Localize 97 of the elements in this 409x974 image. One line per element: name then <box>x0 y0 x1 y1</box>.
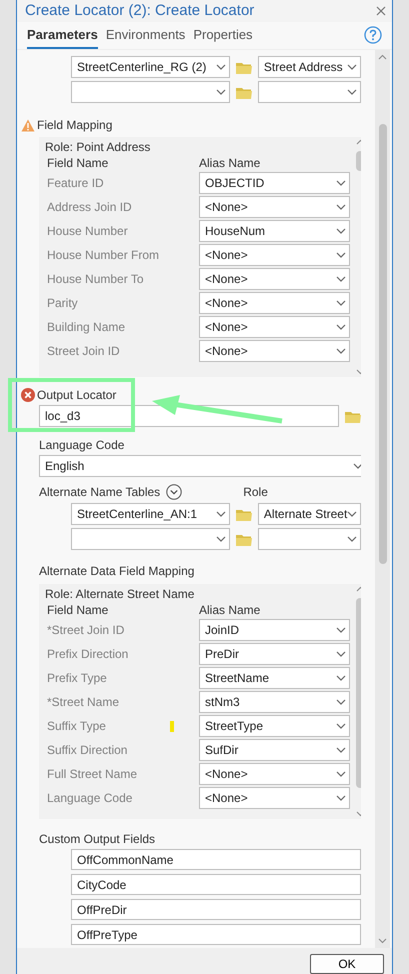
field-name: Street Join ID <box>47 343 121 360</box>
alias-dropdown[interactable]: <None> <box>199 196 350 218</box>
chevron-icon <box>347 89 357 95</box>
dropdown[interactable]: StreetCenterline_AN:1 <box>71 503 230 525</box>
chevron-icon <box>336 747 346 753</box>
section-label: Output Locator <box>37 387 116 404</box>
alias-dropdown[interactable]: <None> <box>199 244 350 266</box>
dropdown[interactable] <box>258 81 361 103</box>
chevron-icon <box>336 228 346 234</box>
close-icon[interactable] <box>376 6 386 16</box>
alias-dropdown[interactable]: JoinID <box>199 619 350 641</box>
alias-dropdown[interactable]: StreetType <box>199 715 350 737</box>
alias-dropdown[interactable]: stNm3 <box>199 691 350 713</box>
folder-icon[interactable] <box>236 532 252 546</box>
field-name: Address Join ID <box>47 199 133 216</box>
alias-dropdown[interactable]: <None> <box>199 787 350 809</box>
chevron-icon <box>336 348 346 354</box>
field-name: House Number <box>47 223 129 240</box>
field-name: Suffix Direction <box>47 742 128 759</box>
alias-dropdown[interactable]: SufDir <box>199 739 350 761</box>
field-name: Prefix Type <box>47 670 108 687</box>
language-dropdown[interactable]: English <box>39 455 361 477</box>
folder-icon[interactable] <box>345 410 361 422</box>
field-column-header: Field Name <box>47 602 110 618</box>
chevron-icon <box>336 204 346 210</box>
field-name: *Street Name <box>47 694 120 711</box>
chevron-icon <box>216 64 226 70</box>
chevron-icon <box>336 795 346 801</box>
field-label: Custom Output Fields <box>39 831 156 848</box>
highlight-mark <box>170 721 174 732</box>
tab[interactable]: Parameters <box>27 24 98 49</box>
field-name: House Number To <box>47 271 144 288</box>
column-label: Role <box>243 484 268 501</box>
chevron-icon <box>336 324 346 330</box>
tab[interactable]: Environments <box>106 24 186 49</box>
field-label: Alternate Data Field Mapping <box>39 563 194 580</box>
chevron-icon <box>336 300 346 306</box>
chevron-icon <box>336 675 346 681</box>
field-name: Suffix Type <box>47 718 107 735</box>
ok-button[interactable]: OK <box>310 954 384 974</box>
chevron-icon <box>216 89 226 95</box>
expand-icon[interactable] <box>166 484 182 500</box>
section-label: Alternate Name Tables <box>39 484 160 501</box>
chevron-icon <box>336 771 346 777</box>
folder-icon[interactable] <box>236 60 252 74</box>
alias-dropdown[interactable]: OBJECTID <box>199 172 350 194</box>
alias-dropdown[interactable]: StreetName <box>199 667 350 689</box>
dropdown[interactable]: Alternate Street <box>258 503 361 525</box>
chevron-icon <box>336 276 346 282</box>
tab[interactable]: Properties <box>193 24 253 49</box>
chevron-icon <box>216 536 226 542</box>
role-label: Role: Alternate Street Name <box>45 586 196 602</box>
chevron-icon <box>336 651 346 657</box>
output-field[interactable]: CityCode <box>71 874 361 895</box>
field-name: Full Street Name <box>47 766 138 783</box>
dropdown[interactable] <box>71 81 230 103</box>
field-label: Language Code <box>39 437 124 454</box>
alias-dropdown[interactable]: <None> <box>199 763 350 785</box>
folder-icon[interactable] <box>236 86 252 98</box>
field-name: Prefix Direction <box>47 646 130 663</box>
chevron-icon <box>336 627 346 633</box>
field-name: House Number From <box>47 247 160 264</box>
field-name: Parity <box>47 295 79 312</box>
role-label: Role: Point Address <box>45 139 152 155</box>
field-name: *Street Join ID <box>47 622 126 639</box>
field-column-header: Field Name <box>47 155 110 171</box>
alias-dropdown[interactable]: <None> <box>199 340 350 362</box>
folder-icon[interactable] <box>236 508 252 520</box>
chevron-icon <box>347 536 357 542</box>
dialog-title: Create Locator (2): Create Locator <box>25 0 254 21</box>
chevron-icon <box>347 64 357 70</box>
chevron-icon <box>353 463 361 469</box>
dropdown[interactable] <box>258 528 361 550</box>
alias-dropdown[interactable]: PreDir <box>199 643 350 665</box>
output-field[interactable]: OffPreType <box>71 924 361 945</box>
alias-dropdown[interactable]: HouseNum <box>199 220 350 242</box>
field-name: Building Name <box>47 319 126 336</box>
dropdown[interactable]: Street Address <box>258 56 361 78</box>
field-name: Feature ID <box>47 175 105 192</box>
alias-dropdown[interactable]: <None> <box>199 292 350 314</box>
output-field[interactable]: OffPreDir <box>71 899 361 920</box>
alias-column-header: Alias Name <box>199 155 260 171</box>
alias-dropdown[interactable]: <None> <box>199 268 350 290</box>
output-field[interactable]: OffCommonName <box>71 849 361 870</box>
chevron-icon <box>216 511 226 517</box>
chevron-icon <box>336 252 346 258</box>
chevron-icon <box>336 180 346 186</box>
alias-column-header: Alias Name <box>199 602 260 618</box>
section-label: Field Mapping <box>37 117 112 134</box>
field-name: Language Code <box>47 790 134 807</box>
alias-dropdown[interactable]: <None> <box>199 316 350 338</box>
chevron-icon <box>336 699 346 705</box>
chevron-icon <box>347 511 358 517</box>
chevron-icon <box>336 723 346 729</box>
dropdown[interactable] <box>71 528 230 550</box>
help-icon[interactable] <box>364 26 382 44</box>
dropdown[interactable]: StreetCenterline_RG (2) <box>71 56 230 78</box>
